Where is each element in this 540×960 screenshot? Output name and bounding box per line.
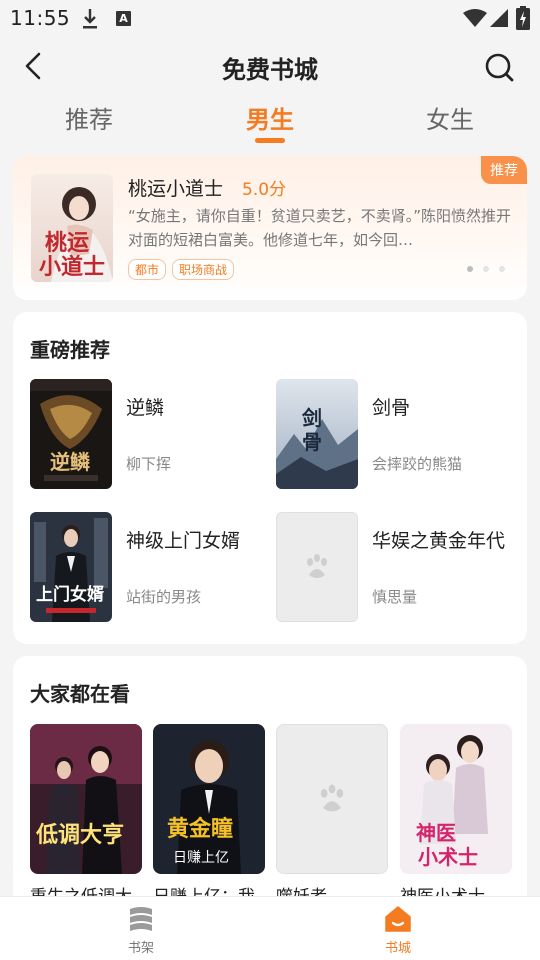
home-icon xyxy=(385,906,411,932)
book-cover[interactable]: 低调大亨 xyxy=(30,724,142,874)
svg-text:低调大亨: 低调大亨 xyxy=(35,822,124,848)
svg-text:小术士: 小术士 xyxy=(418,845,478,869)
nav-label: 书城 xyxy=(384,941,411,956)
svg-text:神医: 神医 xyxy=(416,821,456,845)
back-button[interactable] xyxy=(18,50,50,82)
status-time: 11:55 xyxy=(10,6,71,30)
book-author: 柳下挥 xyxy=(126,455,172,473)
tab-indicator xyxy=(255,138,285,143)
featured-book-card[interactable]: 推荐 桃运 小道士 桃运小道士 5.0分 “女施主，请你自重！贫道只卖艺，不卖肾… xyxy=(13,156,527,300)
book-item[interactable]: 剑 骨 剑骨 会摔跤的熊猫 xyxy=(276,379,516,489)
book-cover-placeholder[interactable] xyxy=(276,512,358,622)
nav-bookshelf[interactable]: 书架 xyxy=(101,905,181,957)
pager-dot xyxy=(483,266,489,272)
book-cover[interactable]: 黄金瞳 日赚上亿 xyxy=(153,724,265,874)
book-item[interactable]: 上门女婿 神级上门女婿 站街的男孩 xyxy=(30,512,270,622)
svg-text:骨: 骨 xyxy=(302,430,322,454)
battery-icon xyxy=(516,6,530,30)
featured-book-description: “女施主，请你自重！贫道只卖艺，不卖肾。”陈阳愤然推开对面的短裙白富美。他修道七… xyxy=(128,207,512,249)
featured-book-score: 5.0分 xyxy=(242,180,287,200)
paw-icon xyxy=(320,784,344,812)
app-screen: 11:55 A 免费书城 推荐 男生 女生 推荐 桃运 小道士 桃运小道士 5.… xyxy=(0,0,540,960)
tab-recommend[interactable]: 推荐 xyxy=(39,100,139,135)
book-cover[interactable]: 上门女婿 xyxy=(30,512,112,622)
svg-text:黄金瞳: 黄金瞳 xyxy=(167,816,233,842)
book-cover[interactable]: 神医 小术士 xyxy=(400,724,512,874)
download-icon xyxy=(83,9,97,29)
book-item[interactable]: 神医 小术士 神医小术士 xyxy=(400,724,512,916)
keyboard-a-icon: A xyxy=(116,11,131,26)
paw-icon xyxy=(307,554,327,578)
status-bar: 11:55 A xyxy=(0,0,540,38)
nav-bookstore[interactable]: 书城 xyxy=(358,905,438,957)
pager-dot xyxy=(467,266,473,272)
page-title: 免费书城 xyxy=(222,56,318,84)
book-title: 逆鳞 xyxy=(126,397,165,419)
book-author: 会摔跤的熊猫 xyxy=(372,455,463,473)
book-item[interactable]: 华娱之黄金年代 慎思量 xyxy=(276,512,516,622)
featured-book-title: 桃运小道士 xyxy=(128,178,224,200)
tab-male[interactable]: 男生 xyxy=(220,100,320,135)
heavy-recommend-section: 重磅推荐 逆鳞 逆鳞 柳下挥 剑 骨 剑骨 会摔跤的熊猫 上门女婿 神级上门女婿… xyxy=(13,312,527,644)
tab-female[interactable]: 女生 xyxy=(400,100,500,135)
book-item[interactable]: 逆鳞 逆鳞 柳下挥 xyxy=(30,379,270,489)
book-cover[interactable]: 逆鳞 xyxy=(30,379,112,489)
cover-title-text: 桃运 xyxy=(45,230,89,256)
category-tabs: 推荐 男生 女生 xyxy=(0,96,540,146)
book-title: 华娱之黄金年代 xyxy=(372,530,506,552)
top-bar: 免费书城 xyxy=(0,40,540,92)
book-cover[interactable]: 剑 骨 xyxy=(276,379,358,489)
svg-text:日赚上亿: 日赚上亿 xyxy=(173,850,229,866)
pager-dot xyxy=(499,266,505,272)
svg-text:逆鳞: 逆鳞 xyxy=(50,450,91,474)
wifi-icon xyxy=(463,9,487,27)
book-item[interactable]: 低调大亨 重生之低调大 xyxy=(30,724,142,916)
svg-text:剑: 剑 xyxy=(301,406,322,430)
bookshelf-icon xyxy=(130,907,152,931)
book-item[interactable]: 黄金瞳 日赚上亿 日赚上亿：我 xyxy=(153,724,265,916)
signal-icon xyxy=(490,9,508,27)
book-author: 站街的男孩 xyxy=(126,588,202,606)
tag-label[interactable]: 都市 xyxy=(128,259,167,280)
book-item[interactable]: 噬妖者 xyxy=(276,724,388,916)
nav-label: 书架 xyxy=(127,941,154,956)
book-title: 剑骨 xyxy=(372,397,411,419)
search-icon[interactable] xyxy=(482,50,516,84)
svg-text:上门女婿: 上门女婿 xyxy=(36,584,104,605)
recommend-badge: 推荐 xyxy=(481,156,527,184)
book-title: 神级上门女婿 xyxy=(126,530,241,552)
svg-text:小道士: 小道士 xyxy=(39,254,105,280)
book-author: 慎思量 xyxy=(372,588,418,606)
tag-label[interactable]: 职场商战 xyxy=(172,259,235,280)
popular-section: 大家都在看 低调大亨 重生之低调大 xyxy=(13,656,527,916)
featured-book-tags: 都市 职场商战 xyxy=(128,259,235,280)
section-title: 重磅推荐 xyxy=(30,338,110,362)
section-title: 大家都在看 xyxy=(30,682,130,706)
bottom-navigation: 书架 书城 xyxy=(0,896,540,960)
book-cover-placeholder[interactable] xyxy=(276,724,388,874)
carousel-pager xyxy=(467,266,505,272)
featured-book-cover[interactable]: 桃运 小道士 xyxy=(31,174,113,282)
